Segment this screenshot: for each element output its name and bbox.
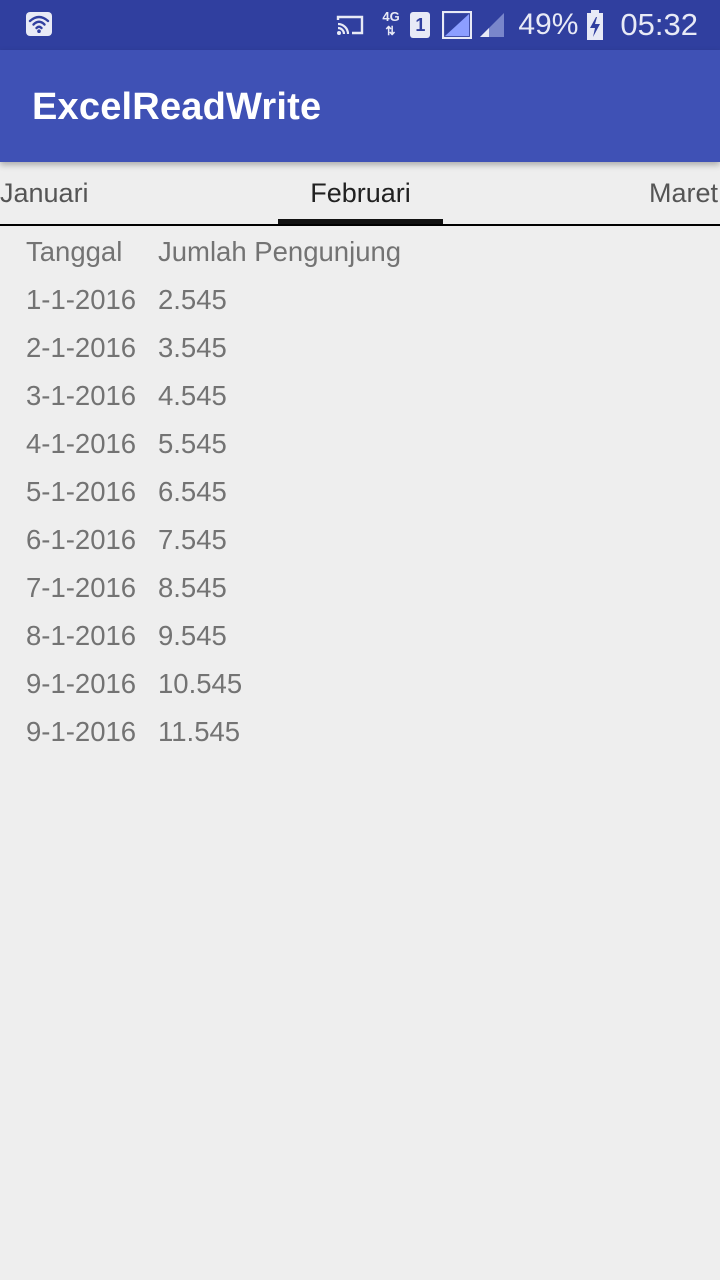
tab-januari[interactable]: Januari	[0, 176, 89, 210]
visitor-count-cell: 6.545	[158, 476, 227, 507]
tab-indicator	[278, 219, 443, 224]
network-4g-icon: 4G ⇅	[382, 10, 404, 40]
visitor-count-cell: 8.545	[158, 572, 227, 603]
date-cell: 4-1-2016	[26, 428, 137, 459]
visitor-count-cell: 5.545	[158, 428, 227, 459]
table-header-row: Tanggal Jumlah Pengunjung	[26, 230, 686, 278]
column-header-jumlah-pengunjung: Jumlah Pengunjung	[158, 236, 402, 267]
table-row: 2-1-2016 3.545	[26, 326, 686, 374]
date-cell: 9-1-2016	[26, 716, 137, 747]
column-header-tanggal: Tanggal	[26, 236, 123, 267]
tab-bar: Januari Februari Maret	[0, 162, 720, 226]
table-row: 9-1-2016 11.545	[26, 710, 686, 758]
date-cell: 9-1-2016	[26, 668, 137, 699]
date-cell: 6-1-2016	[26, 524, 137, 555]
table-row: 9-1-2016 10.545	[26, 662, 686, 710]
date-cell: 2-1-2016	[26, 332, 137, 363]
date-cell: 7-1-2016	[26, 572, 137, 603]
tab-februari[interactable]: Februari	[278, 176, 443, 210]
visitor-count-cell: 7.545	[158, 524, 227, 555]
signal-icon-2	[480, 13, 505, 37]
visitor-count-cell: 2.545	[158, 284, 227, 315]
table-row: 3-1-2016 4.545	[26, 374, 686, 422]
tab-maret[interactable]: Maret	[649, 176, 718, 210]
visitor-count-cell: 4.545	[158, 380, 227, 411]
app-title: ExcelReadWrite	[32, 86, 322, 128]
visitor-table: Tanggal Jumlah Pengunjung 1-1-2016 2.545…	[26, 230, 686, 758]
signal-icon	[442, 11, 473, 39]
network-arrows-label: ⇅	[385, 24, 396, 38]
app-bar: ExcelReadWrite	[0, 50, 720, 162]
status-bar: 4G ⇅ 1 49% 05:32	[0, 0, 720, 50]
table-row: 6-1-2016 7.545	[26, 518, 686, 566]
table-row: 1-1-2016 2.545	[26, 278, 686, 326]
battery-charging-icon	[587, 10, 604, 40]
visitor-count-cell: 9.545	[158, 620, 227, 651]
wifi-icon	[26, 12, 52, 36]
date-cell: 5-1-2016	[26, 476, 137, 507]
table-row: 5-1-2016 6.545	[26, 470, 686, 518]
visitor-count-cell: 3.545	[158, 332, 227, 363]
table-row: 4-1-2016 5.545	[26, 422, 686, 470]
sim-1-icon: 1	[410, 12, 431, 38]
network-type-label: 4G	[382, 9, 400, 24]
date-cell: 8-1-2016	[26, 620, 137, 651]
battery-percent: 49%	[518, 8, 579, 41]
sim-slot-label: 1	[415, 14, 426, 35]
cast-icon	[337, 15, 364, 35]
visitor-count-cell: 10.545	[158, 668, 243, 699]
date-cell: 3-1-2016	[26, 380, 137, 411]
date-cell: 1-1-2016	[26, 284, 137, 315]
table-row: 7-1-2016 8.545	[26, 566, 686, 614]
visitor-count-cell: 11.545	[158, 716, 241, 747]
table-row: 8-1-2016 9.545	[26, 614, 686, 662]
status-clock: 05:32	[620, 7, 698, 42]
